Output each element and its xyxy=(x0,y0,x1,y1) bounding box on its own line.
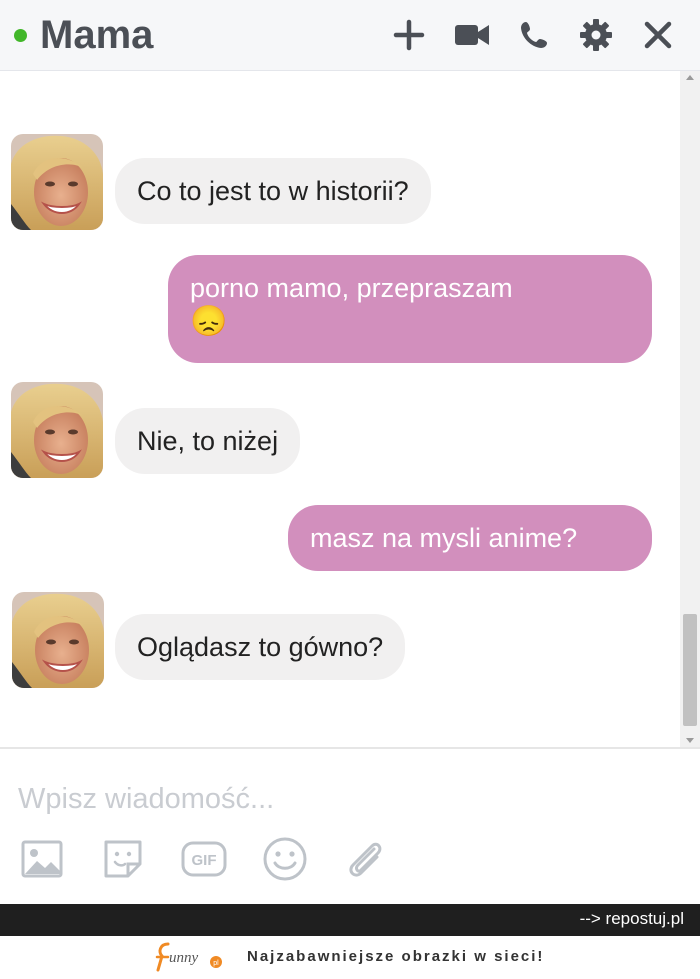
avatar xyxy=(11,382,103,478)
emoji-icon[interactable] xyxy=(261,835,309,883)
attachment-icon[interactable] xyxy=(342,835,390,883)
disappointed-face-emoji: 😞 xyxy=(190,305,228,338)
video-camera-icon[interactable] xyxy=(454,17,490,53)
image-icon[interactable] xyxy=(18,835,66,883)
incoming-message-bubble: Oglądasz to gówno? xyxy=(115,614,406,680)
outgoing-message-bubble: masz na mysli anime? xyxy=(288,505,652,571)
site-footer: unny pl Najzabawniejsze obrazki w sieci! xyxy=(0,936,700,979)
gif-icon[interactable]: GIF xyxy=(180,835,228,883)
avatar xyxy=(11,134,103,230)
scrollbar[interactable] xyxy=(680,71,700,747)
scroll-down-arrow-icon[interactable] xyxy=(686,738,694,743)
contact-name[interactable]: Mama xyxy=(40,12,153,58)
phone-icon[interactable] xyxy=(516,17,552,53)
message-text: Co to jest to w historii? xyxy=(137,176,409,206)
message-input[interactable] xyxy=(18,779,678,819)
scrollbar-thumb[interactable] xyxy=(683,614,697,726)
plus-icon[interactable] xyxy=(391,17,427,53)
svg-text:unny: unny xyxy=(169,950,199,966)
message-text: masz na mysli anime? xyxy=(310,523,578,553)
outgoing-message-bubble: porno mamo, przepraszam 😞 xyxy=(168,255,652,363)
message-text: Nie, to niżej xyxy=(137,426,279,456)
funny-logo: unny pl xyxy=(154,940,226,974)
gear-icon[interactable] xyxy=(578,17,614,53)
incoming-message-bubble: Co to jest to w historii? xyxy=(115,158,431,224)
close-icon[interactable] xyxy=(640,17,676,53)
watermark-bar: --> repostuj.pl xyxy=(0,904,700,936)
gif-label: GIF xyxy=(192,852,217,869)
scroll-up-arrow-icon[interactable] xyxy=(686,75,694,80)
chat-header: Mama xyxy=(0,0,700,71)
online-status-dot xyxy=(14,29,27,42)
message-list[interactable]: Co to jest to w historii? porno mamo, pr… xyxy=(0,71,700,747)
message-text: Oglądasz to gówno? xyxy=(137,632,384,662)
footer-tagline: Najzabawniejsze obrazki w sieci! xyxy=(247,948,545,965)
message-composer: GIF xyxy=(0,749,700,904)
sticker-icon[interactable] xyxy=(99,835,147,883)
watermark-credit: --> repostuj.pl xyxy=(579,909,684,928)
message-text: porno mamo, przepraszam xyxy=(190,273,513,303)
avatar xyxy=(12,592,104,688)
svg-text:pl: pl xyxy=(213,960,219,967)
incoming-message-bubble: Nie, to niżej xyxy=(115,408,301,474)
